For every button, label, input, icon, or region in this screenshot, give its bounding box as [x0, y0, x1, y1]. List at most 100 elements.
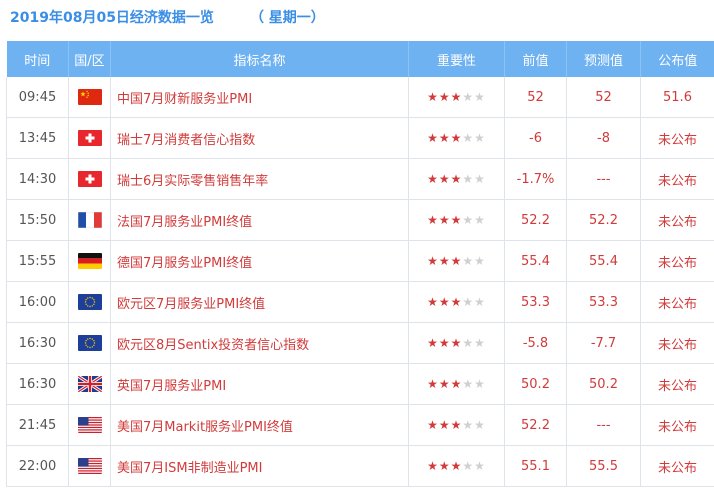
star-empty-icon: ★	[462, 171, 475, 186]
importance-cell: ★★★★★	[408, 77, 505, 118]
table-row[interactable]: 09:45 中国7月财新服务业PMI ★★★★★ 52 52 51.6	[6, 77, 714, 118]
importance-stars: ★★★★★	[427, 254, 486, 268]
star-filled-icon: ★	[427, 335, 439, 350]
table-row[interactable]: 13:45 瑞士7月消费者信心指数 ★★★★★ -6 -8 未公布	[6, 117, 714, 159]
star-filled-icon: ★	[450, 89, 463, 104]
star-empty-icon: ★	[462, 335, 475, 350]
star-filled-icon: ★	[427, 294, 439, 309]
indicator-name[interactable]: 欧元区7月服务业PMI终值	[110, 281, 409, 323]
importance-stars: ★★★★★	[427, 336, 486, 350]
title-bar: 2019年08月05日经济数据一览 （ 星期一）	[0, 0, 714, 34]
weekday-label: （ 星期一）	[249, 10, 325, 26]
region-cell	[68, 158, 111, 200]
star-filled-icon: ★	[450, 171, 463, 186]
table-row[interactable]: 15:55 德国7月服务业PMI终值 ★★★★★ 55.4 55.4 未公布	[6, 240, 714, 282]
star-filled-icon: ★	[450, 417, 463, 432]
region-cell	[68, 322, 111, 364]
time-cell: 22:00	[6, 445, 69, 487]
column-header-time: 时间	[6, 41, 69, 77]
star-filled-icon: ★	[427, 417, 439, 432]
star-filled-icon: ★	[438, 212, 451, 227]
star-filled-icon: ★	[427, 376, 439, 391]
region-cell	[68, 404, 111, 446]
star-empty-icon: ★	[462, 294, 475, 309]
actual-value: 未公布	[640, 199, 714, 241]
actual-value: 51.6	[640, 77, 714, 118]
importance-cell: ★★★★★	[408, 281, 505, 323]
previous-value: 55.4	[504, 240, 567, 282]
previous-value: 55.1	[504, 445, 567, 487]
table-row[interactable]: 22:00 美国7月ISM非制造业PMI ★★★★★ 55.1 55.5 未公布	[6, 445, 714, 487]
region-cell	[68, 363, 111, 405]
actual-value: 未公布	[640, 158, 714, 200]
region-cell	[68, 117, 111, 159]
star-empty-icon: ★	[462, 212, 475, 227]
table-row[interactable]: 14:30 瑞士6月实际零售销售年率 ★★★★★ -1.7% --- 未公布	[6, 158, 714, 200]
column-header-indicator: 指标名称	[110, 41, 409, 77]
forecast-value: ---	[566, 404, 641, 446]
importance-stars: ★★★★★	[427, 377, 486, 391]
previous-value: 52	[504, 77, 567, 118]
star-filled-icon: ★	[438, 417, 451, 432]
table-row[interactable]: 16:00 欧元区7月服务业PMI终值 ★★★★★ 53.3 53.3 未公布	[6, 281, 714, 323]
indicator-name[interactable]: 瑞士6月实际零售销售年率	[110, 158, 409, 200]
actual-value: 未公布	[640, 363, 714, 405]
column-header-region: 国/区	[68, 41, 111, 77]
star-filled-icon: ★	[450, 253, 463, 268]
importance-stars: ★★★★★	[427, 131, 486, 145]
forecast-value: 52.2	[566, 199, 641, 241]
star-filled-icon: ★	[438, 376, 451, 391]
indicator-name[interactable]: 欧元区8月Sentix投资者信心指数	[110, 322, 409, 364]
table-row[interactable]: 16:30 欧元区8月Sentix投资者信心指数 ★★★★★ -5.8 -7.7 未公布	[6, 322, 714, 364]
previous-value: 50.2	[504, 363, 567, 405]
indicator-name[interactable]: 美国7月Markit服务业PMI终值	[110, 404, 409, 446]
eu-flag-icon	[77, 294, 102, 310]
star-empty-icon: ★	[474, 376, 486, 391]
indicator-name[interactable]: 法国7月服务业PMI终值	[110, 199, 409, 241]
importance-stars: ★★★★★	[427, 90, 486, 104]
region-cell	[68, 445, 111, 487]
actual-value: 未公布	[640, 117, 714, 159]
star-empty-icon: ★	[474, 89, 486, 104]
table-row[interactable]: 15:50 法国7月服务业PMI终值 ★★★★★ 52.2 52.2 未公布	[6, 199, 714, 241]
indicator-name[interactable]: 瑞士7月消费者信心指数	[110, 117, 409, 159]
importance-cell: ★★★★★	[408, 404, 505, 446]
forecast-value: -8	[566, 117, 641, 159]
star-empty-icon: ★	[474, 171, 486, 186]
time-cell: 16:30	[6, 322, 69, 364]
star-filled-icon: ★	[438, 335, 451, 350]
importance-cell: ★★★★★	[408, 445, 505, 487]
region-cell	[68, 240, 111, 282]
time-cell: 15:50	[6, 199, 69, 241]
previous-value: -5.8	[504, 322, 567, 364]
star-empty-icon: ★	[474, 294, 486, 309]
previous-value: 53.3	[504, 281, 567, 323]
time-cell: 15:55	[6, 240, 69, 282]
star-filled-icon: ★	[450, 130, 463, 145]
indicator-name[interactable]: 英国7月服务业PMI	[110, 363, 409, 405]
star-filled-icon: ★	[438, 253, 451, 268]
indicator-name[interactable]: 中国7月财新服务业PMI	[110, 77, 409, 118]
eu-flag-icon	[77, 335, 102, 351]
star-filled-icon: ★	[438, 130, 451, 145]
star-empty-icon: ★	[474, 417, 486, 432]
importance-cell: ★★★★★	[408, 322, 505, 364]
actual-value: 未公布	[640, 322, 714, 364]
usa-flag-icon	[77, 458, 102, 474]
star-empty-icon: ★	[474, 212, 486, 227]
uk-flag-icon	[77, 376, 102, 392]
indicator-name[interactable]: 美国7月ISM非制造业PMI	[110, 445, 409, 487]
importance-cell: ★★★★★	[408, 158, 505, 200]
table-row[interactable]: 21:45 美国7月Markit服务业PMI终值 ★★★★★ 52.2 --- 未公布	[6, 404, 714, 446]
star-filled-icon: ★	[450, 335, 463, 350]
importance-cell: ★★★★★	[408, 363, 505, 405]
star-empty-icon: ★	[462, 458, 475, 473]
table-header-row: 时间 国/区 指标名称 重要性 前值 预测值 公布值	[6, 41, 714, 77]
star-empty-icon: ★	[462, 89, 475, 104]
forecast-value: ---	[566, 158, 641, 200]
column-header-importance: 重要性	[408, 41, 505, 77]
indicator-name[interactable]: 德国7月服务业PMI终值	[110, 240, 409, 282]
importance-stars: ★★★★★	[427, 418, 486, 432]
economic-calendar-table: 时间 国/区 指标名称 重要性 前值 预测值 公布值 09:45 中国7月财新服务…	[6, 41, 714, 487]
table-row[interactable]: 16:30 英国7月服务业PMI ★★★★★ 50.2 50.2 未公布	[6, 363, 714, 405]
